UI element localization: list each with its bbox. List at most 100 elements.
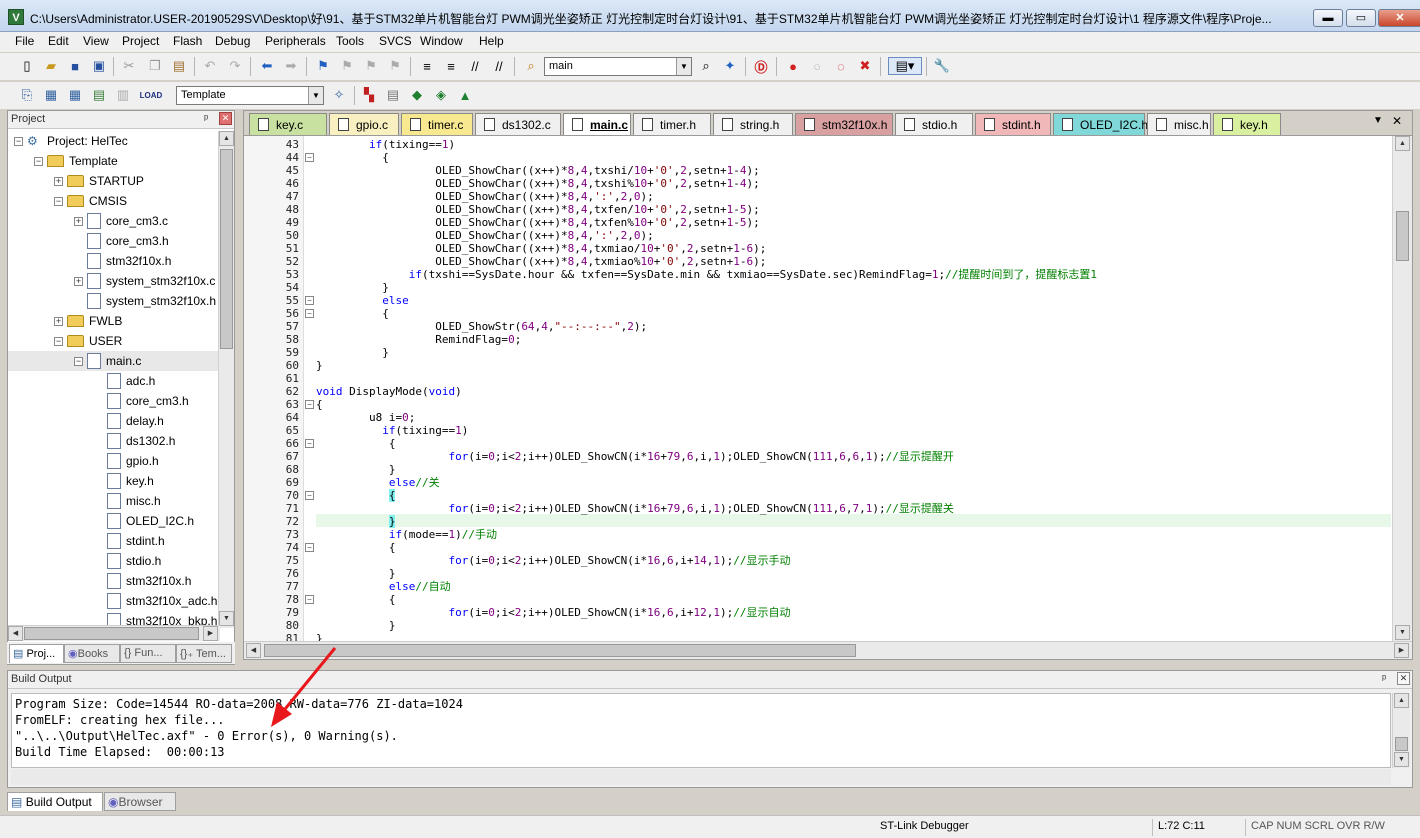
code-line[interactable]: OLED_ShowChar((x++)*8,4,txfen/10+'0',2,s… <box>316 203 760 216</box>
tree-item[interactable]: stdio.h <box>8 551 220 571</box>
open-folder-icon[interactable]: ▰ <box>42 57 60 75</box>
fold-toggle-icon[interactable]: − <box>305 309 314 318</box>
find-icon[interactable]: ⌕ <box>697 57 715 75</box>
code-line[interactable]: } <box>316 619 396 632</box>
code-line[interactable]: OLED_ShowChar((x++)*8,4,txmiao/10+'0',2,… <box>316 242 766 255</box>
chevron-down-icon[interactable]: ▼ <box>308 87 323 104</box>
breakpoint-kill-icon[interactable]: ✖ <box>856 57 874 75</box>
code-line[interactable]: { <box>316 593 396 606</box>
tree-item[interactable]: + system_stm32f10x.c <box>8 271 220 291</box>
tree-item[interactable]: + core_cm3.c <box>8 211 220 231</box>
code-line[interactable]: { <box>316 437 396 450</box>
tree-vertical-scrollbar[interactable]: ▲ ▼ <box>218 131 234 628</box>
target-options-icon[interactable]: ✧ <box>330 86 348 104</box>
tree-item[interactable]: + STARTUP <box>8 171 220 191</box>
code-line[interactable]: OLED_ShowChar((x++)*8,4,':',2,0); <box>316 190 654 203</box>
manage-components-icon[interactable]: ▚ <box>360 86 378 104</box>
fold-toggle-icon[interactable]: − <box>305 491 314 500</box>
code-line[interactable]: { <box>316 541 396 554</box>
editor-file-tab[interactable]: timer.h <box>633 113 711 135</box>
code-line[interactable]: for(i=0;i<2;i++)OLED_ShowCN(i*16,6,i+14,… <box>316 554 790 567</box>
code-line[interactable]: OLED_ShowStr(64,4,"--:--:--",2); <box>316 320 647 333</box>
code-line[interactable]: else//自动 <box>316 580 451 593</box>
scroll-thumb[interactable] <box>220 149 233 349</box>
chevron-down-icon[interactable]: ▼ <box>676 58 691 75</box>
tree-item[interactable]: − Template <box>8 151 220 171</box>
uncomment-icon[interactable]: // <box>490 57 508 75</box>
tab-functions[interactable]: {} Fun... <box>120 644 176 663</box>
editor-file-tab[interactable]: OLED_I2C.h <box>1053 113 1148 135</box>
fold-toggle-icon[interactable]: − <box>305 296 314 305</box>
outdent-icon[interactable]: ≡ <box>442 57 460 75</box>
editor-file-tab[interactable]: main.c <box>563 113 631 135</box>
expand-icon[interactable]: + <box>74 276 83 286</box>
tree-item[interactable]: stm32f10x_bkp.h <box>8 611 220 626</box>
tab-books[interactable]: ◉Books <box>64 644 120 663</box>
maximize-button[interactable]: ▭ <box>1346 9 1376 27</box>
indent-icon[interactable]: ≡ <box>418 57 436 75</box>
scroll-thumb[interactable] <box>1396 211 1409 261</box>
scroll-down-arrow-icon[interactable]: ▼ <box>1395 625 1410 640</box>
editor-file-tab[interactable]: stm32f10x.h <box>795 113 893 135</box>
menu-view[interactable]: View <box>83 34 109 48</box>
batch-build-icon[interactable]: ▤ <box>90 86 108 104</box>
close-window-button[interactable]: ✕ <box>1378 9 1420 27</box>
nav-forward-icon[interactable]: ➡ <box>282 57 300 75</box>
tab-list-chevron-icon[interactable]: ▼ <box>1373 115 1383 126</box>
build-output-hscroll[interactable] <box>11 769 1391 785</box>
paste-icon[interactable]: ▤ <box>170 57 188 75</box>
code-line[interactable]: if(tixing==1) <box>316 138 455 151</box>
code-line[interactable]: for(i=0;i<2;i++)OLED_ShowCN(i*16+79,6,i,… <box>316 450 953 463</box>
copy-icon[interactable]: ❐ <box>146 57 164 75</box>
breakpoint-disable-icon[interactable]: ○ <box>808 57 826 75</box>
pack-installer-icon[interactable]: ◆ <box>408 86 426 104</box>
close-icon[interactable]: ✕ <box>1397 672 1410 685</box>
menu-window[interactable]: Window <box>420 34 463 48</box>
fold-toggle-icon[interactable]: − <box>305 543 314 552</box>
incremental-find-icon[interactable]: ✦ <box>721 57 739 75</box>
editor-file-tab[interactable]: stdint.h <box>975 113 1051 135</box>
nav-back-icon[interactable]: ⬅ <box>258 57 276 75</box>
tree-item[interactable]: − main.c <box>8 351 220 371</box>
tree-item[interactable]: key.h <box>8 471 220 491</box>
editor-file-tab[interactable]: misc.h <box>1147 113 1211 135</box>
tab-browser[interactable]: ◉Browser <box>104 792 176 811</box>
tree-item[interactable]: delay.h <box>8 411 220 431</box>
scroll-up-arrow-icon[interactable]: ▲ <box>1395 136 1410 151</box>
tree-horizontal-scrollbar[interactable]: ◀ ▶ <box>8 625 220 641</box>
tree-item[interactable]: + FWLB <box>8 311 220 331</box>
editor-horizontal-scrollbar[interactable]: ◀ ▶ <box>244 641 1412 659</box>
bookmark-icon[interactable]: ⚑ <box>314 57 332 75</box>
code-line[interactable]: OLED_ShowChar((x++)*8,4,txfen%10+'0',2,s… <box>316 216 760 229</box>
download-icon[interactable]: LOAD <box>140 86 163 104</box>
code-line[interactable]: OLED_ShowChar((x++)*8,4,txmiao%10+'0',2,… <box>316 255 766 268</box>
build-output-scrollbar[interactable]: ▲ ▼ <box>1392 693 1410 768</box>
tree-item[interactable]: adc.h <box>8 371 220 391</box>
tree-item[interactable]: gpio.h <box>8 451 220 471</box>
editor-file-tab[interactable]: gpio.c <box>329 113 399 135</box>
window-layout-icon[interactable]: ▤▾ <box>888 57 922 75</box>
bookmark-next-icon[interactable]: ⚑ <box>362 57 380 75</box>
collapse-icon[interactable]: − <box>54 196 63 206</box>
code-line[interactable]: if(tixing==1) <box>316 424 468 437</box>
scroll-left-arrow-icon[interactable]: ◀ <box>246 643 261 658</box>
save-icon[interactable]: ■ <box>66 57 84 75</box>
code-line[interactable]: void DisplayMode(void) <box>316 385 462 398</box>
menu-flash[interactable]: Flash <box>173 34 202 48</box>
cut-icon[interactable]: ✂ <box>120 57 138 75</box>
menu-help[interactable]: Help <box>479 34 504 48</box>
editor-file-tab[interactable]: key.c <box>249 113 327 135</box>
menu-peripherals[interactable]: Peripherals <box>265 34 326 48</box>
menu-tools[interactable]: Tools <box>336 34 364 48</box>
select-packs-icon[interactable]: ◈ <box>432 86 450 104</box>
tree-item[interactable]: stm32f10x_adc.h <box>8 591 220 611</box>
fold-toggle-icon[interactable]: − <box>305 153 314 162</box>
code-line[interactable]: OLED_ShowChar((x++)*8,4,':',2,0); <box>316 229 654 242</box>
collapse-icon[interactable]: − <box>74 356 83 366</box>
target-combo[interactable]: Template ▼ <box>176 86 324 105</box>
tree-item[interactable]: misc.h <box>8 491 220 511</box>
fold-toggle-icon[interactable]: − <box>305 400 314 409</box>
code-line[interactable]: { <box>316 489 396 502</box>
tree-item[interactable]: ds1302.h <box>8 431 220 451</box>
code-line[interactable]: for(i=0;i<2;i++)OLED_ShowCN(i*16,6,i+12,… <box>316 606 790 619</box>
